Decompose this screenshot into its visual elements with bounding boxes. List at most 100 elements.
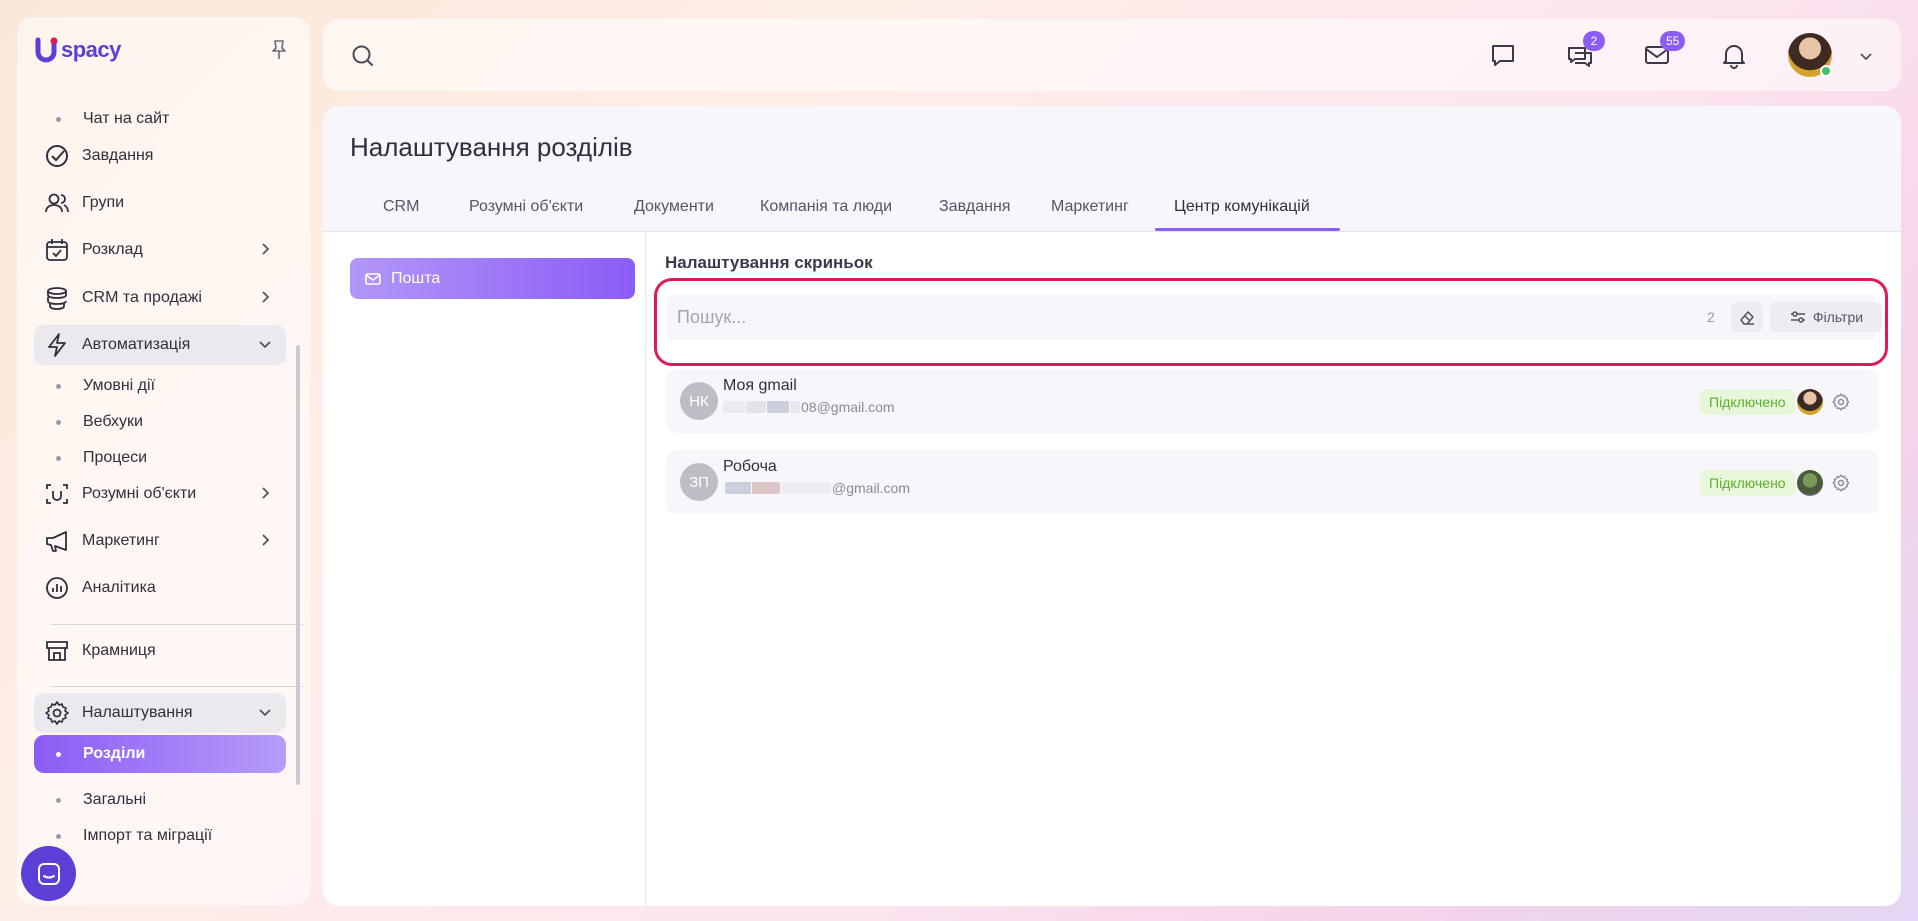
mailbox-email-text: 08@gmail.com	[801, 399, 895, 415]
mail-icon	[364, 270, 382, 288]
store-icon	[44, 638, 70, 664]
sidebar-item-crm[interactable]: CRM та продажі	[34, 278, 286, 318]
sidebar-item-label: CRM та продажі	[82, 289, 202, 306]
calendar-icon	[44, 237, 70, 263]
tab-crm[interactable]: CRM	[383, 198, 419, 232]
megaphone-icon	[44, 528, 70, 554]
mailbox-row[interactable]: НК Моя gmail 08@gmail.com Підключено	[666, 369, 1879, 433]
eraser-icon	[1740, 311, 1754, 325]
active-tab-indicator	[1155, 228, 1340, 231]
mail-badge: 55	[1660, 31, 1686, 51]
redacted-block	[746, 401, 766, 413]
sidebar-item-label: Чат на сайт	[83, 110, 170, 127]
sidebar-item-tasks[interactable]: Завдання	[34, 136, 286, 176]
bullet	[56, 833, 61, 839]
sidebar-item-store[interactable]: Крамниця	[34, 631, 286, 671]
sidebar-item-label: Автоматизація	[82, 336, 191, 353]
sidebar-item-label: Розклад	[82, 241, 143, 258]
chat-icon	[37, 862, 60, 885]
logo[interactable]: spacy	[35, 37, 121, 63]
chevron-right-icon	[258, 290, 272, 304]
logo-mark-icon	[35, 37, 59, 63]
left-nav-item-mail[interactable]: Пошта	[350, 258, 635, 299]
sidebar-item-marketing[interactable]: Маркетинг	[34, 521, 286, 561]
sidebar-item-settings[interactable]: Налаштування	[34, 693, 286, 733]
mailbox-avatar: ЗП	[680, 463, 718, 501]
gear-icon[interactable]	[1831, 392, 1851, 412]
result-count: 2	[1707, 309, 1715, 325]
pin-icon[interactable]	[270, 39, 288, 61]
owner-avatar[interactable]	[1797, 389, 1823, 415]
tab-tasks[interactable]: Завдання	[939, 198, 1010, 232]
chevron-right-icon	[258, 533, 272, 547]
tab-communication-center[interactable]: Центр комунікацій	[1174, 198, 1310, 232]
sidebar-item-label: Завдання	[82, 147, 154, 164]
owner-avatar[interactable]	[1797, 470, 1823, 496]
filters-button[interactable]: Фільтри	[1770, 302, 1882, 332]
sidebar-item-sections[interactable]: Розділи	[34, 735, 286, 773]
mailbox-email-text: @gmail.com	[832, 480, 911, 496]
bullet	[56, 797, 61, 803]
bell-icon[interactable]	[1720, 41, 1748, 69]
coins-icon	[44, 285, 70, 311]
tab-company-people[interactable]: Компанія та люди	[760, 198, 892, 232]
sidebar-item-label: Розумні об'єкти	[82, 485, 197, 502]
sidebar-item-analytics[interactable]: Аналітика	[34, 568, 286, 608]
sidebar-item-schedule[interactable]: Розклад	[34, 230, 286, 270]
chevron-down-icon	[258, 337, 272, 351]
gear-icon[interactable]	[1831, 473, 1851, 493]
search-input[interactable]	[677, 294, 1627, 340]
sidebar-item-label: Групи	[82, 194, 125, 211]
sidebar-item-label: Вебхуки	[83, 413, 143, 430]
mailbox-search: 2 Фільтри	[667, 294, 1882, 340]
mailbox-avatar: НК	[680, 382, 718, 420]
sidebar-item-label: Розділи	[83, 745, 146, 762]
mail-icon[interactable]: 55	[1643, 31, 1686, 69]
online-status-dot	[1820, 65, 1832, 77]
mail-label: Пошта	[391, 269, 441, 287]
sidebar-item-automation[interactable]: Автоматизація	[34, 325, 286, 365]
sidebar-item-processes[interactable]: Процеси	[34, 438, 286, 478]
tab-documents[interactable]: Документи	[634, 198, 714, 232]
logo-text: spacy	[61, 37, 121, 62]
message-icon[interactable]	[1489, 41, 1517, 69]
lightning-icon	[44, 332, 70, 358]
redacted-block	[790, 401, 800, 413]
filters-label: Фільтри	[1812, 309, 1864, 325]
chevron-down-icon[interactable]	[1858, 48, 1874, 64]
gear-icon	[44, 700, 70, 726]
sidebar-item-label: Імпорт та міграції	[83, 827, 213, 844]
chevron-right-icon	[258, 242, 272, 256]
settings-left-nav	[323, 232, 646, 906]
sidebar-item-site-chat[interactable]: Чат на сайт	[34, 99, 286, 139]
tab-smart-objects[interactable]: Розумні об'єкти	[469, 198, 583, 232]
mailbox-email: @gmail.com	[725, 480, 910, 496]
sidebar-item-import[interactable]: Імпорт та міграції	[34, 816, 286, 856]
sidebar-item-label: Маркетинг	[82, 532, 160, 549]
sidebar-item-label: Умовні дії	[83, 377, 156, 394]
chats-icon[interactable]: 2	[1566, 31, 1605, 69]
clear-search-button[interactable]	[1731, 302, 1763, 332]
sidebar-item-webhooks[interactable]: Вебхуки	[34, 402, 286, 442]
section-title: Налаштування скриньок	[665, 253, 873, 272]
redacted-block	[781, 482, 831, 494]
search-icon[interactable]	[351, 44, 375, 68]
sidebar-item-general[interactable]: Загальні	[34, 780, 286, 820]
divider	[51, 624, 303, 625]
sidebar-scrollbar[interactable]	[296, 345, 300, 785]
users-icon	[44, 190, 70, 216]
sidebar-item-groups[interactable]: Групи	[34, 183, 286, 223]
chevron-down-icon	[258, 705, 272, 719]
tab-marketing[interactable]: Маркетинг	[1051, 198, 1129, 232]
mailbox-row[interactable]: ЗП Робоча @gmail.com Підключено	[666, 450, 1879, 514]
divider	[51, 686, 303, 687]
status-badge: Підключено	[1700, 470, 1795, 496]
sidebar-item-conditional-actions[interactable]: Умовні дії	[34, 366, 286, 406]
support-chat-button[interactable]	[21, 846, 76, 901]
chats-badge: 2	[1583, 31, 1605, 51]
sidebar-item-smart-objects[interactable]: Розумні об'єкти	[34, 474, 286, 514]
scan-icon	[44, 481, 70, 507]
chart-circle-icon	[44, 575, 70, 601]
bullet	[56, 116, 61, 122]
bullet	[56, 383, 61, 389]
